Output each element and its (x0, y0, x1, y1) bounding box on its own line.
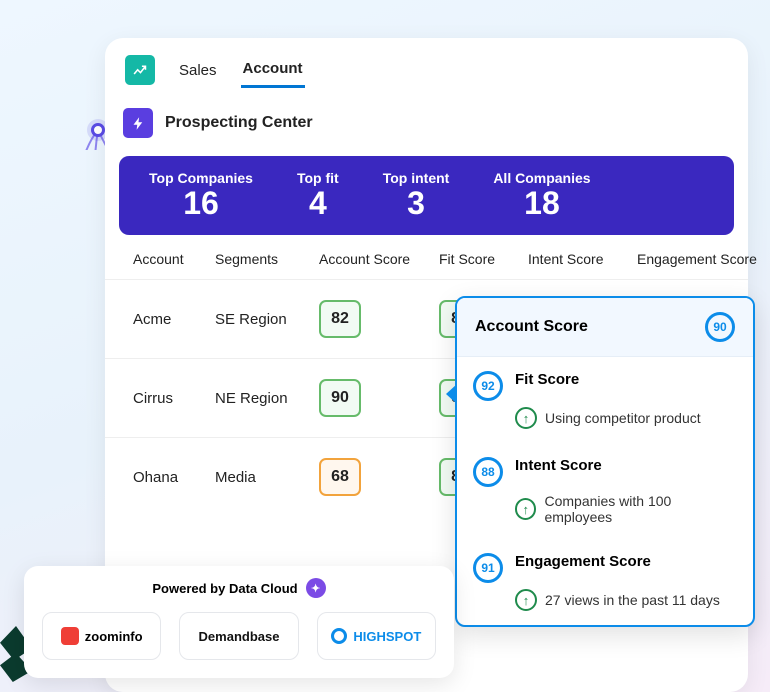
source-demandbase[interactable]: Demandbase (179, 612, 298, 660)
account-score-box: 68 (319, 458, 361, 496)
cell-account: Ohana (133, 469, 211, 486)
score-ring: 88 (473, 457, 503, 487)
highspot-icon (331, 628, 347, 644)
trend-up-icon: ↑ (515, 407, 537, 429)
powered-by: Powered by Data Cloud ✦ (42, 576, 436, 612)
data-cloud-icon: ✦ (306, 578, 326, 598)
tab-bar: Sales Account (105, 52, 748, 88)
cell-account: Acme (133, 311, 211, 328)
score-ring: 91 (473, 553, 503, 583)
popover-item-title: Engagement Score (515, 553, 651, 570)
trend-up-icon: ↑ (515, 498, 536, 520)
source-highspot[interactable]: HIGHSPOT (317, 612, 436, 660)
popover-item-title: Intent Score (515, 457, 602, 474)
zoominfo-icon (61, 627, 79, 645)
trend-up-icon: ↑ (515, 589, 537, 611)
source-row: zoominfo Demandbase HIGHSPOT (42, 612, 436, 660)
score-popover: Account Score 90 92 Fit Score ↑Using compe… (455, 296, 755, 627)
account-score-box: 82 (319, 300, 361, 338)
metrics-bar: Top Companies 16 Top fit 4 Top intent 3 … (119, 156, 734, 235)
col-acct-score: Account Score (319, 251, 435, 267)
section-title: Prospecting Center (165, 114, 313, 132)
connector-node-origin (91, 123, 105, 137)
popover-item: 92 Fit Score (457, 357, 753, 407)
cell-segment: SE Region (215, 311, 315, 328)
bolt-icon (123, 108, 153, 138)
table-header: Account Segments Account Score Fit Score… (105, 235, 748, 279)
score-ring: 92 (473, 371, 503, 401)
col-intent: Intent Score (528, 251, 633, 267)
source-zoominfo[interactable]: zoominfo (42, 612, 161, 660)
col-fit-score: Fit Score (439, 251, 524, 267)
metric-all-companies[interactable]: All Companies 18 (493, 170, 590, 221)
metric-top-intent[interactable]: Top intent 3 (383, 170, 450, 221)
col-segments: Segments (215, 251, 315, 267)
popover-item: 91 Engagement Score (457, 539, 753, 589)
cell-account: Cirrus (133, 390, 211, 407)
popover-item-sub: ↑Using competitor product (457, 407, 753, 443)
cell-segment: NE Region (215, 390, 315, 407)
popover-item-title: Fit Score (515, 371, 579, 388)
popover-title: Account Score (475, 318, 588, 336)
popover-score-ring: 90 (705, 312, 735, 342)
cell-segment: Media (215, 469, 315, 486)
app-logo (125, 55, 155, 85)
metric-top-fit[interactable]: Top fit 4 (297, 170, 339, 221)
col-account: Account (133, 251, 211, 267)
popover-header: Account Score 90 (457, 298, 753, 357)
section-header: Prospecting Center (105, 88, 748, 150)
popover-item-sub: ↑Companies with 100 employees (457, 493, 753, 539)
data-cloud-card: Powered by Data Cloud ✦ zoominfo Demandb… (24, 566, 454, 678)
account-score-box: 90 (319, 379, 361, 417)
popover-item-sub: ↑27 views in the past 11 days (457, 589, 753, 625)
metric-top-companies[interactable]: Top Companies 16 (149, 170, 253, 221)
tab-account[interactable]: Account (241, 52, 305, 88)
col-engagement: Engagement Score (637, 251, 770, 267)
popover-item: 88 Intent Score (457, 443, 753, 493)
tab-sales[interactable]: Sales (177, 54, 219, 87)
